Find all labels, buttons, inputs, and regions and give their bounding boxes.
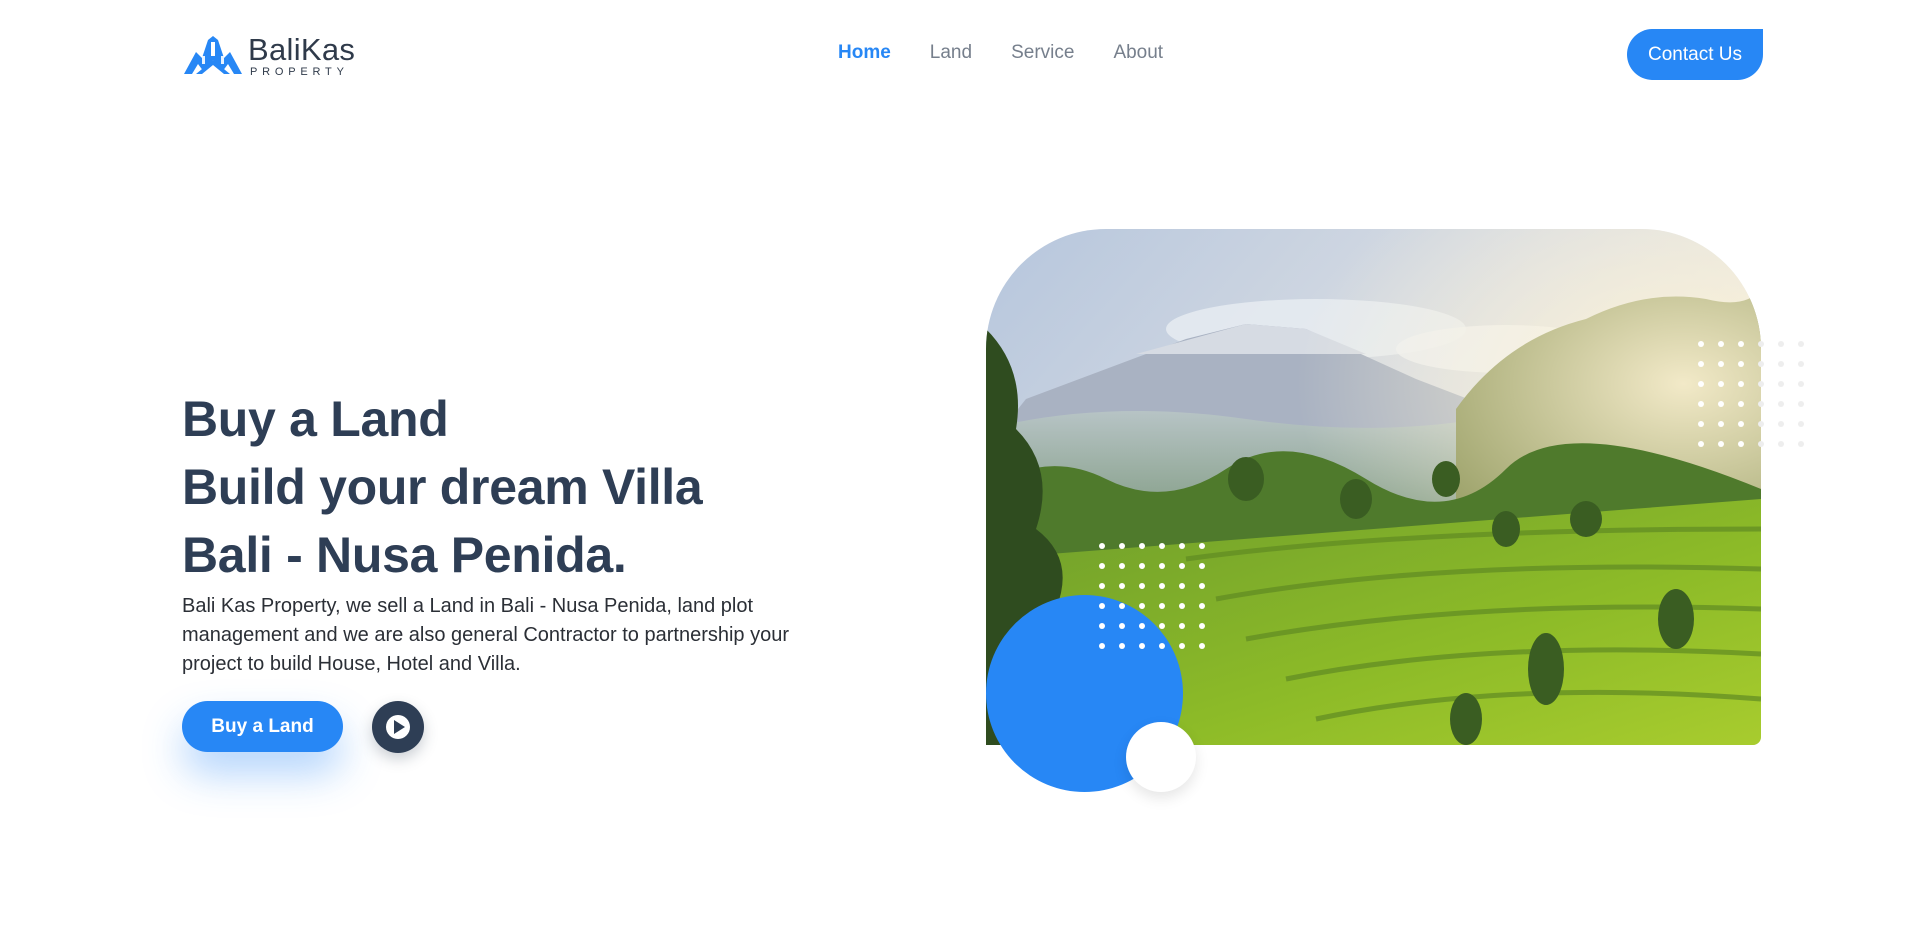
logo-text: BaliKas PROPERTY [248, 34, 355, 78]
logo-subtitle: PROPERTY [250, 66, 349, 78]
play-icon [386, 715, 410, 739]
nav-home[interactable]: Home [838, 42, 891, 64]
hero-title: Buy a Land Build your dream Villa Bali -… [182, 385, 703, 589]
decorative-dot-grid-right [1698, 341, 1804, 447]
play-video-button[interactable] [372, 701, 424, 753]
contact-us-button[interactable]: Contact Us [1627, 29, 1763, 80]
decorative-dot-grid-left [1099, 543, 1205, 649]
logo[interactable]: BaliKas PROPERTY [182, 34, 355, 78]
nav-service[interactable]: Service [1011, 42, 1074, 64]
main-nav: Home Land Service About [838, 42, 1163, 64]
site-header: BaliKas PROPERTY Home Land Service About… [0, 0, 1920, 110]
nav-land[interactable]: Land [930, 42, 972, 64]
nav-about[interactable]: About [1113, 42, 1163, 64]
hero-title-line-3: Bali - Nusa Penida. [182, 527, 627, 583]
hero-title-line-2: Build your dream Villa [182, 459, 703, 515]
hero-title-line-1: Buy a Land [182, 391, 449, 447]
decorative-white-circle [1126, 722, 1196, 792]
house-roof-icon [184, 36, 242, 74]
buy-a-land-button[interactable]: Buy a Land [182, 701, 343, 752]
logo-name: BaliKas [248, 32, 356, 67]
hero-description: Bali Kas Property, we sell a Land in Bal… [182, 595, 790, 675]
